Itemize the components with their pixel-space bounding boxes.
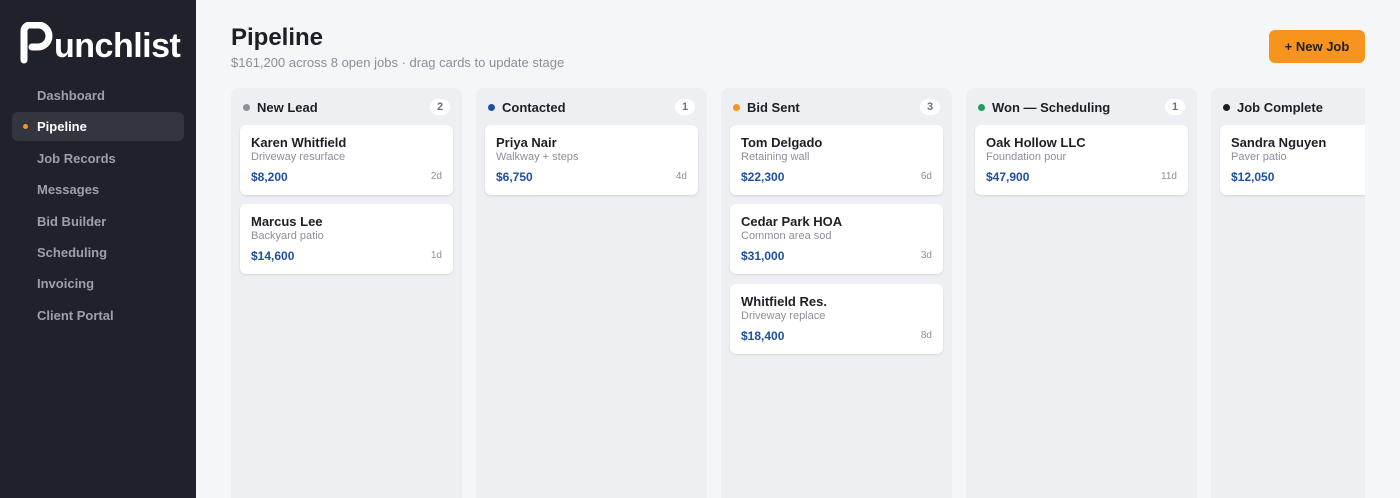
punchlist-logo-mark (20, 21, 54, 64)
card-client-name: Tom Delgado (741, 135, 823, 150)
page-subtitle: $161,200 across 8 open jobs · drag cards… (231, 55, 565, 70)
column-bid-sent: Bid Sent 3 Tom Delgado Retaining wall $2… (721, 88, 952, 498)
card-age: 4d (675, 171, 687, 182)
sidebar-item-label: Invoicing (37, 276, 95, 292)
card-job-description: Backyard patio (251, 230, 324, 242)
card-amount: $12,050 (1231, 170, 1275, 184)
column-title: Job Complete (1237, 100, 1323, 115)
sidebar-item-job-records[interactable]: Job Records (12, 144, 184, 173)
card-client-name: Cedar Park HOA (741, 214, 843, 229)
stage-dot (1223, 104, 1230, 111)
card-client-name: Priya Nair (496, 135, 557, 150)
sidebar-item-client-portal[interactable]: Client Portal (12, 301, 184, 330)
sidebar-item-pipeline[interactable]: Pipeline (12, 112, 184, 142)
card-amount: $8,200 (251, 170, 288, 184)
stage-dot (243, 104, 250, 111)
card-job-description: Driveway replace (741, 310, 826, 322)
column-header: Contacted 1 (476, 88, 707, 126)
job-card[interactable]: Priya Nair Walkway + steps $6,750 4d (485, 125, 698, 195)
column-header: Job Complete (1211, 88, 1365, 126)
column-new-lead: New Lead 2 Karen Whitfield Driveway resu… (231, 88, 462, 498)
card-amount: $14,600 (251, 249, 295, 263)
card-amount: $6,750 (496, 170, 533, 184)
job-card[interactable]: Oak Hollow LLC Foundation pour $47,900 1… (975, 125, 1188, 195)
new-job-button[interactable]: + New Job (1269, 30, 1365, 63)
card-age: 6d (920, 171, 932, 182)
job-card[interactable]: Karen Whitfield Driveway resurface $8,20… (240, 125, 453, 195)
job-card[interactable]: Whitfield Res. Driveway replace $18,400 … (730, 284, 943, 354)
sidebar-item-label: Dashboard (37, 88, 105, 103)
sidebar-item-invoicing[interactable]: Invoicing (12, 269, 184, 298)
card-job-description: Retaining wall (741, 151, 810, 163)
card-amount: $47,900 (986, 170, 1030, 184)
card-amount: $18,400 (741, 329, 785, 343)
card-client-name: Sandra Nguyen (1231, 135, 1327, 150)
sidebar-nav: Dashboard Pipeline Job Records Messages … (12, 81, 184, 332)
column-count-badge: 1 (1165, 99, 1185, 115)
sidebar-item-label: Scheduling (37, 244, 108, 260)
card-client-name: Karen Whitfield (251, 135, 347, 150)
brand-logo[interactable]: unchlist (20, 20, 181, 65)
column-title: Contacted (502, 100, 566, 115)
column-title: Bid Sent (747, 100, 800, 115)
sidebar-item-label: Job Records (37, 150, 116, 166)
card-age: 8d (920, 330, 932, 341)
job-card[interactable]: Cedar Park HOA Common area sod $31,000 3… (730, 204, 943, 274)
brand-name: unchlist (54, 27, 181, 65)
active-indicator-dot (23, 124, 28, 130)
sidebar: unchlist Dashboard Pipeline Job Records … (0, 0, 196, 498)
sidebar-item-label: Client Portal (37, 307, 114, 323)
sidebar-item-messages[interactable]: Messages (12, 175, 184, 204)
column-count-badge: 3 (920, 99, 940, 115)
card-job-description: Walkway + steps (496, 151, 579, 163)
card-age: 1d (430, 250, 442, 261)
job-card[interactable]: Sandra Nguyen Paver patio $12,050 (1220, 125, 1365, 195)
card-job-description: Common area sod (741, 230, 832, 242)
sidebar-item-label: Pipeline (37, 119, 87, 135)
stage-dot (733, 104, 740, 111)
card-age: 2d (430, 171, 442, 182)
card-age: 3d (920, 250, 932, 261)
card-client-name: Oak Hollow LLC (986, 135, 1086, 150)
card-amount: $22,300 (741, 170, 785, 184)
column-header: Won — Scheduling 1 (966, 88, 1197, 126)
stage-dot (488, 104, 495, 111)
column-won-scheduling: Won — Scheduling 1 Oak Hollow LLC Founda… (966, 88, 1197, 498)
sidebar-item-label: Messages (37, 182, 100, 198)
sidebar-item-scheduling[interactable]: Scheduling (12, 238, 184, 267)
pipeline-board: New Lead 2 Karen Whitfield Driveway resu… (231, 88, 1365, 498)
column-contacted: Contacted 1 Priya Nair Walkway + steps $… (476, 88, 707, 498)
card-client-name: Whitfield Res. (741, 294, 827, 309)
column-header: New Lead 2 (231, 88, 462, 126)
column-title: New Lead (257, 100, 318, 115)
job-card[interactable]: Marcus Lee Backyard patio $14,600 1d (240, 204, 453, 274)
card-client-name: Marcus Lee (251, 214, 323, 229)
column-count-badge: 2 (430, 99, 450, 115)
column-job-complete: Job Complete Sandra Nguyen Paver patio $… (1211, 88, 1365, 498)
column-header: Bid Sent 3 (721, 88, 952, 126)
sidebar-item-dashboard[interactable]: Dashboard (12, 81, 184, 110)
card-job-description: Foundation pour (986, 151, 1067, 163)
card-amount: $31,000 (741, 249, 785, 263)
stage-dot (978, 104, 985, 111)
sidebar-item-label: Bid Builder (37, 213, 107, 229)
column-title: Won — Scheduling (992, 100, 1111, 115)
sidebar-item-bid-builder[interactable]: Bid Builder (12, 207, 184, 236)
column-count-badge: 1 (675, 99, 695, 115)
job-card[interactable]: Tom Delgado Retaining wall $22,300 6d (730, 125, 943, 195)
page-title: Pipeline (231, 24, 324, 51)
card-age: 11d (1161, 171, 1177, 182)
card-job-description: Driveway resurface (251, 151, 346, 163)
card-job-description: Paver patio (1231, 151, 1287, 163)
